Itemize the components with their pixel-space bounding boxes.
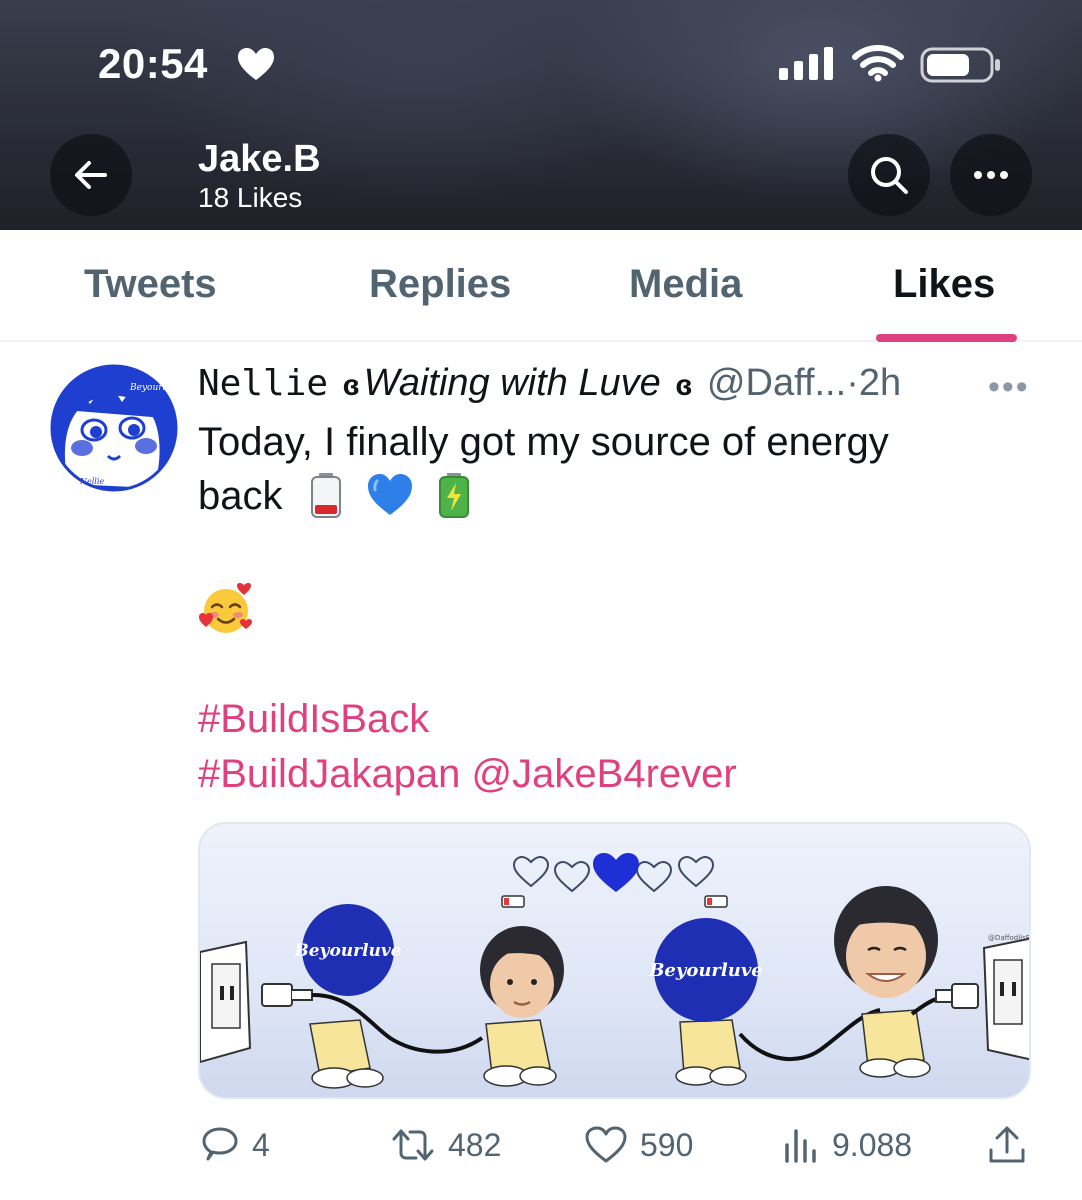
- profile-tabs: Tweets Replies Media Likes: [0, 230, 1082, 342]
- left-wall-outlet: [200, 940, 252, 1064]
- views-chart-icon: [785, 1129, 816, 1163]
- more-options-button[interactable]: [950, 134, 1032, 216]
- tweet-text-line1: Today, I finally got my source of energy: [198, 420, 889, 464]
- avatar-text-top: Beyourluve: [129, 383, 178, 393]
- share-button[interactable]: [986, 1122, 1028, 1168]
- search-button[interactable]: [848, 134, 930, 216]
- tab-replies[interactable]: Replies: [369, 262, 511, 307]
- hashtag-line: #BuildJakapan @JakeB4rever: [198, 752, 737, 797]
- blue-heart-emoji-icon: [367, 474, 412, 516]
- battery-emoji-icon: [438, 473, 469, 519]
- author-deco-right: ɞ: [675, 369, 693, 402]
- status-time: 20:54: [98, 40, 208, 87]
- tab-tweets[interactable]: Tweets: [84, 262, 217, 307]
- right-wall-outlet: [982, 937, 1029, 1061]
- arrow-left-icon: [75, 161, 107, 189]
- reply-button[interactable]: 4: [200, 1122, 270, 1168]
- tweet-media-image[interactable]: Beyourluve Beyourluve @DaffodilsB: [198, 822, 1031, 1099]
- media-watermark: @DaffodilsBuild: [988, 934, 1031, 942]
- profile-name: Jake.B: [198, 138, 321, 180]
- active-tab-indicator: [876, 334, 1017, 342]
- tweet-more-button[interactable]: •••: [988, 368, 1030, 407]
- meta-separator: ·: [846, 362, 859, 404]
- media-label-left: Beyourluve: [293, 941, 401, 961]
- blue-heart: [593, 853, 639, 892]
- retweet-button[interactable]: 482: [390, 1122, 501, 1168]
- views-button[interactable]: 9.088: [780, 1122, 912, 1168]
- low-battery-emoji-icon: [310, 473, 341, 519]
- retweet-count: 482: [448, 1126, 502, 1163]
- wifi-icon: [852, 45, 904, 82]
- cellular-signal-icon: [779, 47, 833, 80]
- center-left-figure: [480, 926, 564, 1087]
- tweet-text-back: back: [198, 474, 283, 518]
- mention-link[interactable]: @JakeB4rever: [472, 752, 737, 796]
- search-icon: [871, 157, 908, 194]
- share-icon: [989, 1126, 1025, 1163]
- tweet-time[interactable]: 2h: [859, 362, 901, 404]
- tab-likes[interactable]: Likes: [893, 262, 995, 307]
- right-figure: [834, 886, 938, 1078]
- right-plug: [910, 983, 979, 1016]
- likes-count-subtitle: 18 Likes: [198, 182, 303, 213]
- media-label-right: Beyourluve: [648, 960, 763, 981]
- profile-header: 20:54 Jake.B 18 Likes: [0, 0, 1082, 230]
- media-illustration: Beyourluve Beyourluve @DaffodilsB: [200, 853, 1031, 1089]
- ellipsis-icon: [974, 171, 1008, 179]
- like-button[interactable]: 590: [584, 1122, 693, 1168]
- author-handle[interactable]: @Daff...: [707, 362, 846, 404]
- author-deco-left: ɞ: [342, 369, 360, 402]
- reply-count: 4: [252, 1126, 270, 1163]
- smiling-face-with-hearts-emoji-icon: [199, 583, 252, 633]
- hashtag-buildisback[interactable]: #BuildIsBack: [198, 697, 429, 742]
- author-tagline[interactable]: Waiting with Luve: [364, 362, 661, 404]
- heart-outline-icon: [585, 1126, 627, 1163]
- heart-icon: [238, 48, 274, 80]
- back-button[interactable]: [50, 134, 132, 216]
- left-plug: [261, 983, 484, 1054]
- reply-icon: [202, 1127, 238, 1161]
- like-count: 590: [640, 1126, 694, 1163]
- hashtag-buildjakapan[interactable]: #BuildJakapan: [198, 752, 460, 796]
- avatar[interactable]: Beyourluve Nellie: [50, 364, 178, 492]
- tweet-header: Nellie ɞ Waiting with Luve ɞ @Daff...·2h: [198, 362, 901, 412]
- view-count: 9.088: [832, 1126, 913, 1163]
- battery-icon: [920, 47, 1000, 83]
- retweet-icon: [392, 1129, 434, 1161]
- author-name[interactable]: Nellie: [198, 363, 328, 404]
- tweet-text-line2: back: [198, 473, 476, 519]
- tab-media[interactable]: Media: [629, 262, 742, 307]
- avatar-text-bottom: Nellie: [79, 477, 104, 486]
